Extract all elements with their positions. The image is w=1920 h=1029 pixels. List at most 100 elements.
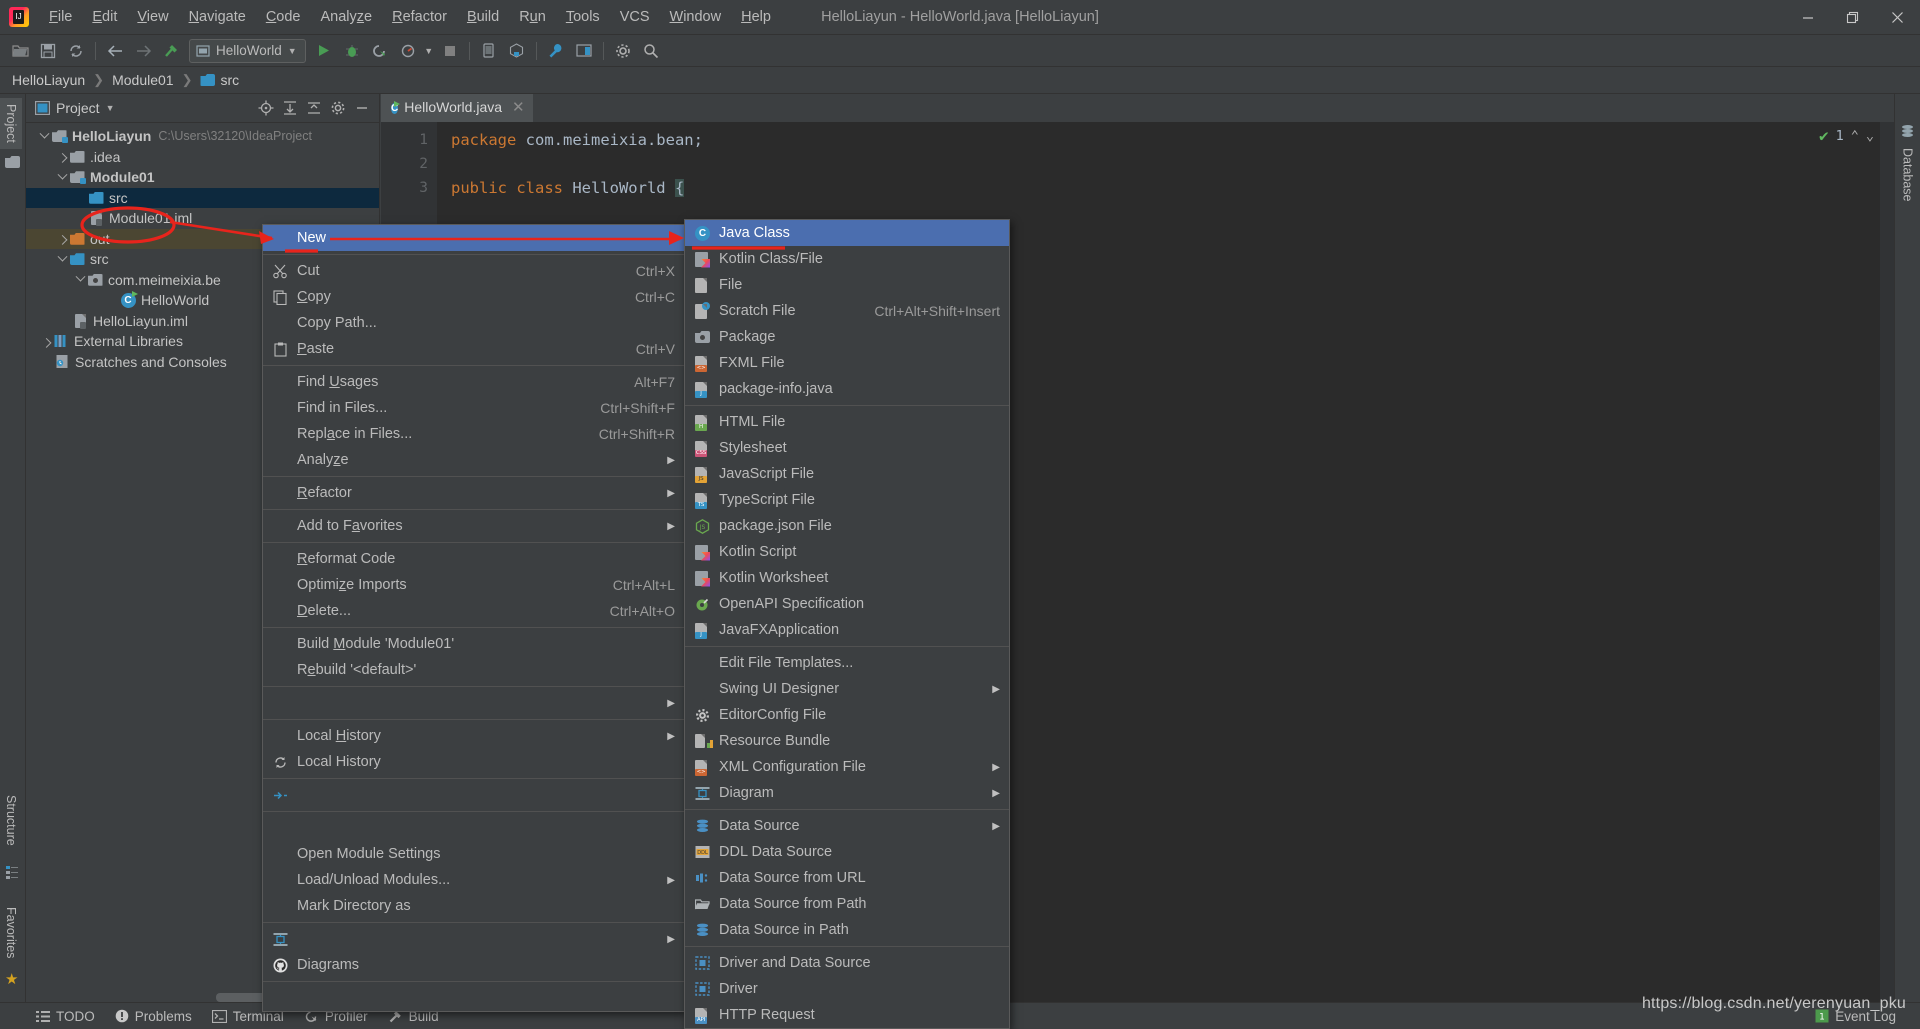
menu-item-diagrams[interactable]: ▶ (263, 926, 684, 952)
submenu-item-diagram[interactable]: Diagram ▶ (685, 780, 1009, 806)
chevron-right-icon[interactable] (56, 232, 69, 246)
chevron-down-icon[interactable] (74, 271, 87, 286)
submenu-item-scratch-file[interactable]: Scratch File Ctrl+Alt+Shift+Insert (685, 298, 1009, 324)
menu-item-optimize-imports[interactable]: Optimize Imports Ctrl+Alt+L (263, 572, 684, 598)
menu-item-remove-bom[interactable]: Mark Directory as (263, 893, 684, 919)
menu-item-find-in-files[interactable]: Find in Files... Ctrl+Shift+F (263, 395, 684, 421)
menu-item-build-module[interactable]: Build Module 'Module01' (263, 631, 684, 657)
sidebar-item-favorites[interactable]: Favorites (0, 901, 22, 964)
status-item-event-log[interactable]: 1 Event Log (1805, 1009, 1906, 1024)
submenu-item-edit-file-templates[interactable]: Edit File Templates... (685, 650, 1009, 676)
menu-item-mark-directory-as[interactable]: Load/Unload Modules... ▶ (263, 867, 684, 893)
tree-item-helloliayun[interactable]: HelloLiayun C:\Users\32120\IdeaProject (26, 126, 379, 147)
layout-icon[interactable] (571, 38, 597, 64)
tree-item-src-module01[interactable]: src (26, 187, 379, 208)
locate-icon[interactable] (255, 97, 277, 119)
tree-item-module01[interactable]: Module01 (26, 167, 379, 188)
submenu-item-javascript-file[interactable]: JS JavaScript File (685, 461, 1009, 487)
run-with-coverage-icon[interactable] (367, 38, 393, 64)
chevron-down-icon[interactable]: ⌄ (1866, 128, 1874, 144)
submenu-item-data-source-in-path[interactable]: Data Source in Path (685, 917, 1009, 943)
menu-item-refactor[interactable]: Refactor ▶ (263, 480, 684, 506)
menu-item-local-history[interactable]: Local History ▶ (263, 723, 684, 749)
submenu-item-editorconfig-file[interactable]: EditorConfig File (685, 702, 1009, 728)
chevron-down-icon[interactable]: ▼ (106, 103, 115, 113)
submenu-item-swing-ui-designer[interactable]: Swing UI Designer ▶ (685, 676, 1009, 702)
expand-all-icon[interactable] (279, 97, 301, 119)
sync-icon[interactable] (63, 38, 89, 64)
submenu-item-http-request[interactable]: API HTTP Request (685, 1002, 1009, 1028)
menu-window[interactable]: Window (660, 5, 732, 29)
submenu-item-data-source[interactable]: Data Source ▶ (685, 813, 1009, 839)
open-folder-icon[interactable] (7, 38, 33, 64)
sidebar-item-database[interactable]: Database (1901, 148, 1915, 202)
menu-build[interactable]: Build (457, 5, 509, 29)
submenu-item-kotlin-class-file[interactable]: Kotlin Class/File (685, 246, 1009, 272)
menu-item-convert-java-to-kotlin[interactable] (263, 985, 684, 1011)
sidebar-item-project[interactable]: Project (0, 98, 22, 149)
submenu-item-fxml-file[interactable]: <> FXML File (685, 350, 1009, 376)
menu-analyze[interactable]: Analyze (311, 5, 383, 29)
submenu-item-xml-configuration-file[interactable]: <> XML Configuration File ▶ (685, 754, 1009, 780)
submenu-item-data-source-from-path[interactable]: Data Source from Path (685, 891, 1009, 917)
stop-icon[interactable] (437, 38, 463, 64)
submenu-item-kotlin-script[interactable]: Kotlin Script (685, 539, 1009, 565)
device-manager-icon[interactable] (476, 38, 502, 64)
menu-item-copy[interactable]: Copy Ctrl+C (263, 284, 684, 310)
editor-tab-helloworld[interactable]: C HelloWorld.java ✕ (381, 94, 533, 122)
menu-help[interactable]: Help (731, 5, 781, 29)
settings-gear-icon[interactable] (610, 38, 636, 64)
submenu-item-kotlin-worksheet[interactable]: Kotlin Worksheet (685, 565, 1009, 591)
menu-navigate[interactable]: Navigate (179, 5, 256, 29)
tree-item-idea[interactable]: .idea (26, 147, 379, 168)
collapse-all-icon[interactable] (303, 97, 325, 119)
profile-icon[interactable] (395, 38, 421, 64)
menu-item-new[interactable]: New (263, 225, 684, 251)
avd-manager-icon[interactable] (504, 38, 530, 64)
submenu-item-package[interactable]: Package (685, 324, 1009, 350)
sidebar-item-structure[interactable]: Structure (0, 789, 22, 852)
submenu-item-package-json-file[interactable]: JS package.json File (685, 513, 1009, 539)
menu-item-find-usages[interactable]: Find Usages Alt+F7 (263, 369, 684, 395)
chevron-down-icon[interactable]: ▼ (423, 38, 435, 64)
menu-item-paste[interactable]: Paste Ctrl+V (263, 336, 684, 362)
menu-view[interactable]: View (127, 5, 178, 29)
debug-icon[interactable] (339, 38, 365, 64)
wrench-icon[interactable] (543, 38, 569, 64)
chevron-up-icon[interactable]: ⌃ (1851, 128, 1859, 144)
close-icon[interactable]: ✕ (512, 98, 525, 116)
hide-icon[interactable] (351, 97, 373, 119)
menu-item-create-gist[interactable]: Diagrams (263, 952, 684, 978)
menu-item-load-unload-modules[interactable]: Open Module Settings (263, 841, 684, 867)
menu-item-rebuild[interactable]: Rebuild '<default>' (263, 657, 684, 683)
run-icon[interactable] (311, 38, 337, 64)
submenu-item-openapi-specification[interactable]: OpenAPI Specification (685, 591, 1009, 617)
status-item-problems[interactable]: Problems (105, 1003, 202, 1029)
menu-item-reload-from-disk[interactable]: Local History (263, 749, 684, 775)
chevron-down-icon[interactable] (56, 251, 69, 266)
back-icon[interactable] (102, 38, 128, 64)
submenu-item-stylesheet[interactable]: CSS Stylesheet (685, 435, 1009, 461)
submenu-item-package-info-java[interactable]: J package-info.java (685, 376, 1009, 402)
menu-item-open-in[interactable]: ▶ (263, 690, 684, 716)
breadcrumb-item-project[interactable]: HelloLiayun (9, 71, 88, 89)
menu-refactor[interactable]: Refactor (382, 5, 457, 29)
save-icon[interactable] (35, 38, 61, 64)
submenu-item-driver[interactable]: Driver (685, 976, 1009, 1002)
menu-item-reformat-code[interactable]: Reformat Code (263, 546, 684, 572)
inspection-scrollbar[interactable] (1880, 122, 1894, 1002)
submenu-item-resource-bundle[interactable]: Resource Bundle (685, 728, 1009, 754)
minimize-button[interactable] (1785, 0, 1830, 35)
menu-item-cut[interactable]: Cut Ctrl+X (263, 258, 684, 284)
run-configuration-selector[interactable]: HelloWorld ▼ (189, 38, 306, 63)
menu-code[interactable]: Code (256, 5, 311, 29)
forward-icon[interactable] (130, 38, 156, 64)
submenu-item-driver-and-data-source[interactable]: Driver and Data Source (685, 950, 1009, 976)
menu-item-analyze[interactable]: Analyze ▶ (263, 447, 684, 473)
menu-item-open-module-settings[interactable] (263, 815, 684, 841)
menu-file[interactable]: File (39, 5, 82, 29)
menu-edit[interactable]: Edit (82, 5, 127, 29)
chevron-right-icon[interactable] (56, 150, 69, 164)
menu-item-copy-path[interactable]: Copy Path... (263, 310, 684, 336)
gear-icon[interactable] (327, 97, 349, 119)
